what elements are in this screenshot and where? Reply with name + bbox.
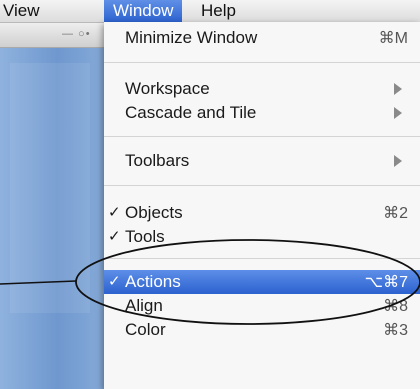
app-window: — ○• — [0, 23, 104, 389]
menu-separator — [104, 258, 420, 259]
menu-bar: View Window Help — [0, 0, 420, 23]
window-menu-dropdown: Minimize Window ⌘M Workspace Cascade and… — [104, 22, 420, 389]
menu-item-label: Workspace — [125, 79, 210, 98]
menu-view[interactable]: View — [3, 0, 40, 22]
menu-item-label: Objects — [125, 203, 183, 222]
menu-separator — [104, 185, 420, 186]
menu-item-workspace[interactable]: Workspace — [104, 77, 420, 101]
menu-item-label: Actions — [125, 272, 181, 291]
menu-separator — [104, 136, 420, 137]
menu-item-tools[interactable]: ✓ Tools — [104, 225, 420, 249]
menu-help[interactable]: Help — [201, 0, 236, 22]
menu-item-minimize-window[interactable]: Minimize Window ⌘M — [104, 26, 420, 50]
menu-item-toolbars[interactable]: Toolbars — [104, 149, 420, 173]
app-toolbar: — ○• — [0, 23, 104, 48]
menu-window[interactable]: Window — [104, 0, 183, 22]
toolbar-glyphs: — ○• — [62, 28, 91, 40]
shortcut-label: ⌘3 — [383, 322, 408, 339]
menu-item-align[interactable]: Align ⌘8 — [104, 294, 420, 318]
menu-item-label: Minimize Window — [125, 28, 258, 47]
submenu-arrow-icon — [394, 107, 402, 119]
canvas-pane — [10, 63, 90, 313]
menu-item-label: Cascade and Tile — [125, 103, 257, 122]
submenu-arrow-icon — [394, 155, 402, 167]
menu-item-label: Toolbars — [125, 151, 190, 170]
menu-item-label: Color — [125, 320, 166, 339]
shortcut-label: ⌘M — [378, 30, 408, 47]
shortcut-label: ⌥⌘7 — [364, 274, 408, 291]
checkmark-icon: ✓ — [108, 273, 121, 290]
shortcut-label: ⌘8 — [383, 298, 408, 315]
shortcut-label: ⌘2 — [383, 205, 408, 222]
checkmark-icon: ✓ — [108, 204, 121, 221]
menu-item-cascade-and-tile[interactable]: Cascade and Tile — [104, 101, 420, 125]
menu-item-actions[interactable]: ✓ Actions ⌥⌘7 — [104, 270, 420, 294]
menu-item-label: Tools — [125, 227, 165, 246]
menu-separator — [104, 62, 420, 63]
menu-item-objects[interactable]: ✓ Objects ⌘2 — [104, 201, 420, 225]
menu-item-label: Align — [125, 296, 163, 315]
menu-item-color[interactable]: Color ⌘3 — [104, 318, 420, 342]
submenu-arrow-icon — [394, 83, 402, 95]
checkmark-icon: ✓ — [108, 228, 121, 245]
